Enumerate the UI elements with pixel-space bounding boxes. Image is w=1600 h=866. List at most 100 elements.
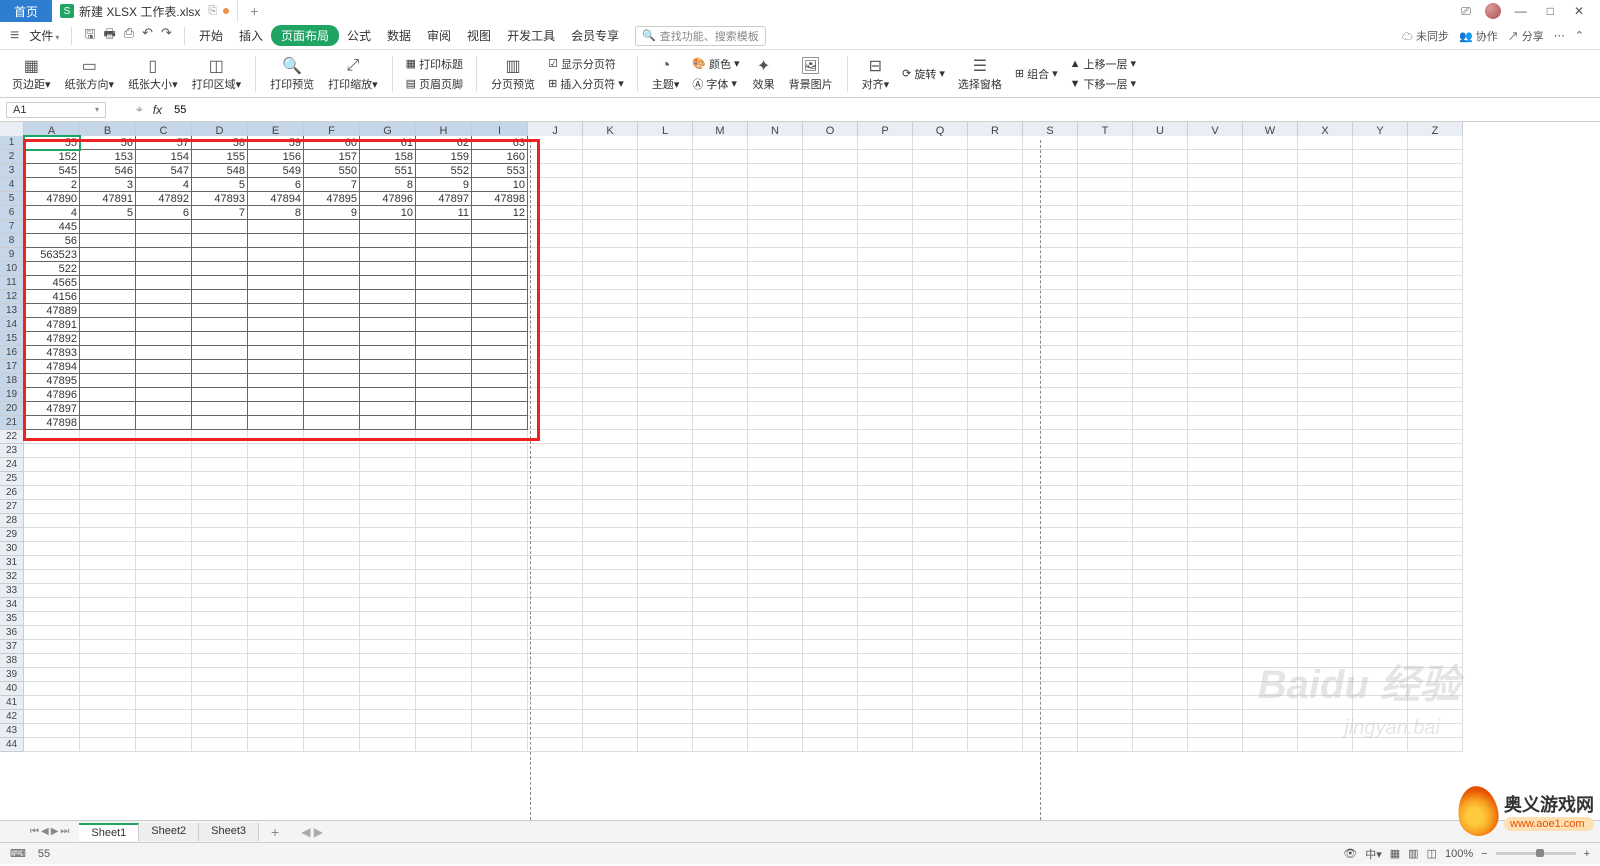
cell-Y38[interactable] [1353, 654, 1408, 668]
cell-M1[interactable] [693, 136, 748, 150]
cell-B29[interactable] [80, 528, 136, 542]
cell-G31[interactable] [360, 556, 416, 570]
row-header-3[interactable]: 3 [0, 164, 24, 178]
cell-Z27[interactable] [1408, 500, 1463, 514]
cell-Q15[interactable] [913, 332, 968, 346]
view-pagebreak-icon[interactable]: ◫ [1427, 847, 1437, 860]
cell-O8[interactable] [803, 234, 858, 248]
cell-L31[interactable] [638, 556, 693, 570]
cell-D35[interactable] [192, 612, 248, 626]
row-header-39[interactable]: 39 [0, 668, 24, 682]
cell-L7[interactable] [638, 220, 693, 234]
cell-L12[interactable] [638, 290, 693, 304]
cell-J33[interactable] [528, 584, 583, 598]
cell-O37[interactable] [803, 640, 858, 654]
cell-V34[interactable] [1188, 598, 1243, 612]
cell-P40[interactable] [858, 682, 913, 696]
cell-L19[interactable] [638, 388, 693, 402]
cell-S23[interactable] [1023, 444, 1078, 458]
cell-H3[interactable]: 552 [416, 164, 472, 178]
cell-I23[interactable] [472, 444, 528, 458]
cell-H44[interactable] [416, 738, 472, 752]
cell-I32[interactable] [472, 570, 528, 584]
cell-P42[interactable] [858, 710, 913, 724]
cell-Z30[interactable] [1408, 542, 1463, 556]
cell-S13[interactable] [1023, 304, 1078, 318]
cell-L38[interactable] [638, 654, 693, 668]
cell-D9[interactable] [192, 248, 248, 262]
cell-W20[interactable] [1243, 402, 1298, 416]
cell-A40[interactable] [24, 682, 80, 696]
cell-Q36[interactable] [913, 626, 968, 640]
cell-V44[interactable] [1188, 738, 1243, 752]
cell-J5[interactable] [528, 192, 583, 206]
cell-X32[interactable] [1298, 570, 1353, 584]
cell-P2[interactable] [858, 150, 913, 164]
cell-U40[interactable] [1133, 682, 1188, 696]
cell-T8[interactable] [1078, 234, 1133, 248]
cell-Y4[interactable] [1353, 178, 1408, 192]
cell-L24[interactable] [638, 458, 693, 472]
cell-H41[interactable] [416, 696, 472, 710]
cell-Q1[interactable] [913, 136, 968, 150]
cell-P23[interactable] [858, 444, 913, 458]
cell-H40[interactable] [416, 682, 472, 696]
row-header-33[interactable]: 33 [0, 584, 24, 598]
cell-A18[interactable]: 47895 [24, 374, 80, 388]
cell-X10[interactable] [1298, 262, 1353, 276]
cell-J19[interactable] [528, 388, 583, 402]
cell-Q3[interactable] [913, 164, 968, 178]
cell-F9[interactable] [304, 248, 360, 262]
cell-F7[interactable] [304, 220, 360, 234]
cell-T42[interactable] [1078, 710, 1133, 724]
cell-Q21[interactable] [913, 416, 968, 430]
cell-P4[interactable] [858, 178, 913, 192]
row-header-23[interactable]: 23 [0, 444, 24, 458]
cell-N9[interactable] [748, 248, 803, 262]
cell-W16[interactable] [1243, 346, 1298, 360]
cell-V6[interactable] [1188, 206, 1243, 220]
cell-K1[interactable] [583, 136, 638, 150]
cell-G42[interactable] [360, 710, 416, 724]
cell-Z8[interactable] [1408, 234, 1463, 248]
cell-R18[interactable] [968, 374, 1023, 388]
cell-S36[interactable] [1023, 626, 1078, 640]
cell-F33[interactable] [304, 584, 360, 598]
cell-A7[interactable]: 445 [24, 220, 80, 234]
cell-O38[interactable] [803, 654, 858, 668]
cell-S37[interactable] [1023, 640, 1078, 654]
cell-Y39[interactable] [1353, 668, 1408, 682]
cell-K20[interactable] [583, 402, 638, 416]
cell-M18[interactable] [693, 374, 748, 388]
view-eye-icon[interactable]: 👁 [1343, 847, 1357, 860]
cell-H16[interactable] [416, 346, 472, 360]
cell-Z1[interactable] [1408, 136, 1463, 150]
cell-J27[interactable] [528, 500, 583, 514]
cell-U43[interactable] [1133, 724, 1188, 738]
cell-N27[interactable] [748, 500, 803, 514]
header-footer-button[interactable]: ▤页眉页脚 [403, 75, 466, 93]
cell-U36[interactable] [1133, 626, 1188, 640]
cell-Q12[interactable] [913, 290, 968, 304]
cell-J13[interactable] [528, 304, 583, 318]
cell-V23[interactable] [1188, 444, 1243, 458]
cell-M12[interactable] [693, 290, 748, 304]
cell-W9[interactable] [1243, 248, 1298, 262]
cell-G23[interactable] [360, 444, 416, 458]
cell-C30[interactable] [136, 542, 192, 556]
cell-G7[interactable] [360, 220, 416, 234]
cell-D39[interactable] [192, 668, 248, 682]
cell-N13[interactable] [748, 304, 803, 318]
cell-H37[interactable] [416, 640, 472, 654]
cell-A8[interactable]: 56 [24, 234, 80, 248]
cell-E3[interactable]: 549 [248, 164, 304, 178]
cell-K39[interactable] [583, 668, 638, 682]
cell-A25[interactable] [24, 472, 80, 486]
cell-M20[interactable] [693, 402, 748, 416]
cell-G16[interactable] [360, 346, 416, 360]
cell-Q4[interactable] [913, 178, 968, 192]
cell-N21[interactable] [748, 416, 803, 430]
cell-K7[interactable] [583, 220, 638, 234]
cell-O39[interactable] [803, 668, 858, 682]
cell-K3[interactable] [583, 164, 638, 178]
